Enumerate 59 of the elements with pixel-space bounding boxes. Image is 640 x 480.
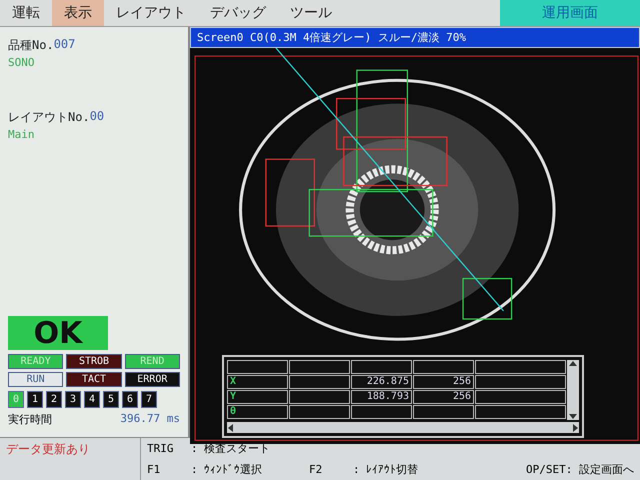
layout-name: Main <box>8 128 34 141</box>
key-name: F2 <box>309 463 324 476</box>
key-action: : ｳｨﾝﾄﾞｳ選択 <box>191 462 264 477</box>
menu-item[interactable]: デバッグ <box>198 0 278 26</box>
channel-button[interactable]: 7 <box>141 391 157 408</box>
result-indicator: OK <box>8 316 108 350</box>
table-cell <box>289 405 350 420</box>
status-lamp: REND <box>124 354 180 369</box>
table-cell: 226.875 <box>351 375 412 390</box>
row-label: θ <box>227 405 288 420</box>
channel-button[interactable]: 5 <box>103 391 119 408</box>
row-label: Y <box>227 390 288 404</box>
status-lamp: ERROR <box>124 372 180 387</box>
status-lamp: READY <box>8 354 64 369</box>
table-cell <box>351 405 412 420</box>
table-cell <box>289 375 350 390</box>
layout-label: レイアウトNo. <box>8 109 90 126</box>
table-cell <box>227 360 288 374</box>
product-label: 品種No. <box>8 37 54 54</box>
status-lamp: STROB <box>66 354 122 369</box>
key-action: : ﾚｲｱｳﾄ切替 <box>353 462 420 477</box>
table-cell <box>289 360 350 374</box>
scroll-up-icon[interactable] <box>569 360 577 366</box>
product-name: SONO <box>8 56 34 69</box>
scroll-right-icon[interactable] <box>573 424 579 432</box>
table-cell <box>351 360 412 374</box>
exec-time-value: 396.77 <box>120 412 160 425</box>
table-cell: 256 <box>413 375 474 390</box>
mode-indicator: 運用画面 <box>500 0 640 26</box>
key-name: TRIG <box>147 442 174 455</box>
exec-time-label: 実行時間 <box>8 412 52 427</box>
table-cell <box>289 390 350 404</box>
update-notice: データ更新あり <box>0 438 141 480</box>
horizontal-scrollbar[interactable] <box>227 422 579 434</box>
channel-button[interactable]: 4 <box>84 391 100 408</box>
view-title: Screen0 C0(0.3M 4倍速グレー) スルー/濃淡 70% <box>190 27 640 48</box>
channel-button[interactable]: 1 <box>27 391 43 408</box>
menu-item[interactable]: 表示 <box>52 0 104 26</box>
menu-item[interactable]: 運転 <box>0 0 52 26</box>
table-cell: 188.793 <box>351 390 412 404</box>
table-cell: 256 <box>413 390 474 404</box>
scroll-left-icon[interactable] <box>227 424 233 432</box>
exec-time-unit: ms <box>166 412 180 425</box>
layout-number: 00 <box>90 109 104 125</box>
menu-item[interactable]: レイアウト <box>104 0 198 26</box>
table-cell <box>413 405 474 420</box>
channel-button[interactable]: 6 <box>122 391 138 408</box>
key-name: F1 <box>147 463 162 476</box>
row-label: X <box>227 375 288 390</box>
op-set-hint: OP/SET: 設定画面へ <box>526 462 634 477</box>
product-number: 007 <box>54 37 76 53</box>
channel-button[interactable]: 2 <box>46 391 62 408</box>
table-cell <box>413 360 474 374</box>
menu-item[interactable]: ツール <box>278 0 344 26</box>
channel-button[interactable]: 3 <box>65 391 81 408</box>
status-lamp: TACT <box>66 372 122 387</box>
key-action: : 検査スタート <box>191 441 272 456</box>
status-lamp: RUN <box>8 372 64 387</box>
vertical-scrollbar[interactable] <box>567 360 579 420</box>
